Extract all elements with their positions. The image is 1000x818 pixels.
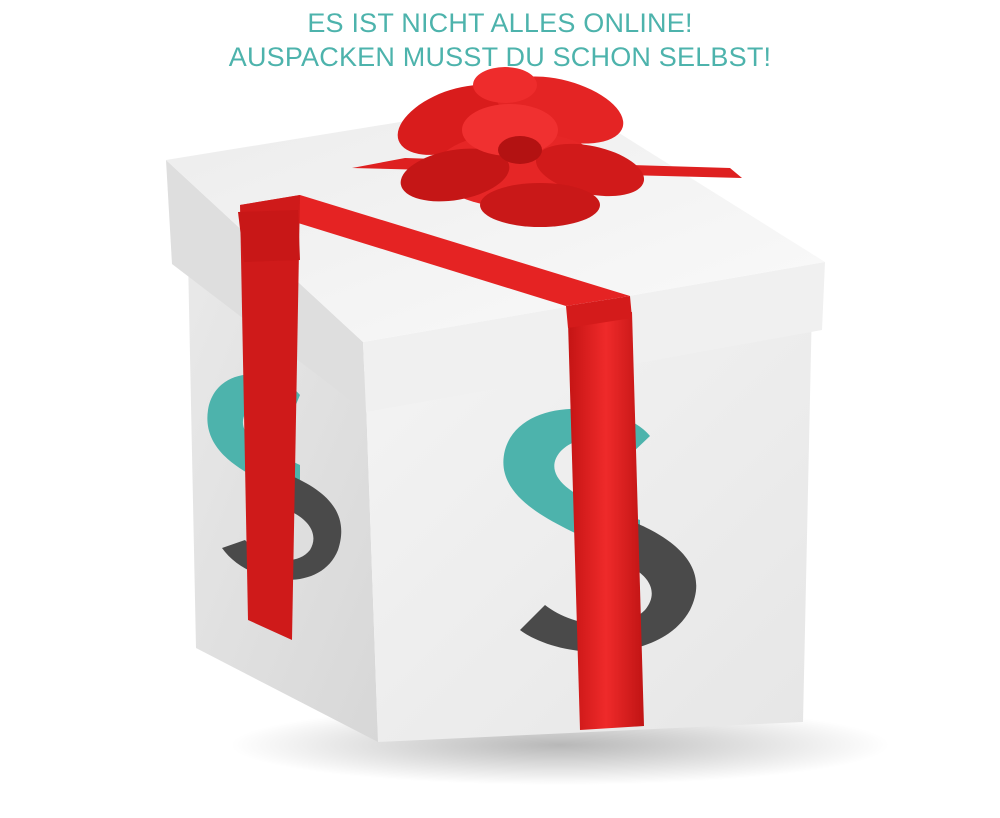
ribbon-front-vertical (568, 312, 644, 730)
ribbon-left-lid (238, 210, 300, 262)
gift-box-icon (166, 67, 890, 785)
